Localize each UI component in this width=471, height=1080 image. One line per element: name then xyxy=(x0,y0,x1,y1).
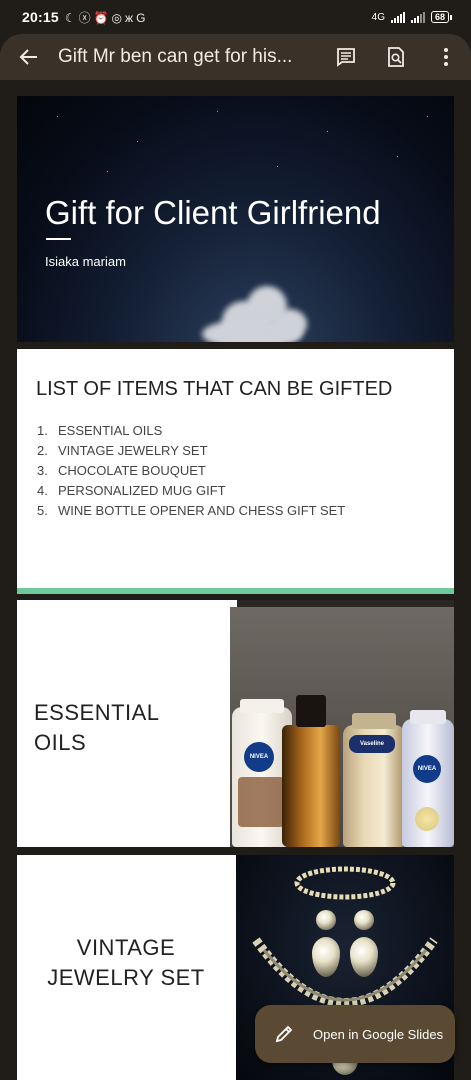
nivea-label-2: NIVEA xyxy=(413,755,441,783)
bottle-4-cap xyxy=(410,710,446,724)
fab-label: Open in Google Slides xyxy=(313,1026,444,1042)
slide-title: Gift for Client Girlfriend xyxy=(45,194,381,231)
find-in-page-icon xyxy=(388,47,404,67)
list-item-text: PERSONALIZED MUG GIFT xyxy=(58,483,226,498)
alarm-icon: ⏰ xyxy=(93,10,112,25)
earring-top-right xyxy=(354,910,374,930)
comment-icon xyxy=(337,48,355,67)
signal-2-icon xyxy=(410,11,425,23)
moon-icon: ☾ xyxy=(64,10,79,25)
list-item-number: 5. xyxy=(37,503,48,518)
mute-icon: ⓧ xyxy=(78,10,94,25)
more-vert-icon xyxy=(444,48,448,66)
list-item: 3. CHOCOLATE BOUQUET xyxy=(37,461,345,481)
brand-text: NIVEA xyxy=(249,754,269,760)
butterfly-icon: ж xyxy=(125,10,137,25)
list-item-number: 1. xyxy=(37,423,48,438)
slide-author: Isiaka mariam xyxy=(45,254,126,269)
google-icon: G xyxy=(136,10,149,25)
jewelry-heading-line2: JEWELRY SET xyxy=(47,965,205,990)
pencil-icon xyxy=(275,1025,293,1043)
app-bar: Gift Mr ben can get for his... xyxy=(0,34,471,80)
essential-oils-slide[interactable]: ESSENTIAL OILS NIVEA Vaseline NIVEA xyxy=(17,600,454,847)
battery-level: 68 xyxy=(434,12,445,22)
earring-top-left xyxy=(316,910,336,930)
brand-text: NIVEA xyxy=(417,766,437,772)
slides-viewer[interactable]: Gift for Client Girlfriend Isiaka mariam… xyxy=(0,80,471,1080)
back-button[interactable] xyxy=(0,34,58,80)
signal-icon xyxy=(390,11,405,23)
notification-icons: ☾ⓧ⏰◎жG xyxy=(65,9,149,26)
list-item: 4. PERSONALIZED MUG GIFT xyxy=(37,481,345,501)
status-time: 20:15 xyxy=(22,9,59,25)
list-item: 2. VINTAGE JEWELRY SET xyxy=(37,441,345,461)
bottle-2-neck xyxy=(296,695,326,727)
vaseline-label: Vaseline xyxy=(349,735,395,753)
instagram-icon: ◎ xyxy=(111,10,126,25)
oils-heading: ESSENTIAL OILS xyxy=(34,698,160,758)
document-title: Gift Mr ben can get for his... xyxy=(58,46,293,67)
list-heading: LIST OF ITEMS THAT CAN BE GIFTED xyxy=(36,378,393,400)
battery-icon: 68 xyxy=(430,11,453,23)
list-item-number: 3. xyxy=(37,463,48,478)
oils-heading-line1: ESSENTIAL xyxy=(34,700,160,725)
list-item-number: 4. xyxy=(37,483,48,498)
status-bar: 20:15 ☾ⓧ⏰◎жG 4G 68 xyxy=(0,0,471,34)
list-slide[interactable]: LIST OF ITEMS THAT CAN BE GIFTED 1. ESSEN… xyxy=(17,349,454,594)
list-item: 1. ESSENTIAL OILS xyxy=(37,421,345,441)
list-item-text: CHOCOLATE BOUQUET xyxy=(58,463,206,478)
network-type: 4G xyxy=(371,11,385,23)
cloud-image xyxy=(192,281,312,342)
gift-list: 1. ESSENTIAL OILS 2. VINTAGE JEWELRY SET 3… xyxy=(37,421,345,521)
jewelry-heading: VINTAGE JEWELRY SET xyxy=(17,933,235,993)
more-options-button[interactable] xyxy=(421,34,471,80)
title-slide[interactable]: Gift for Client Girlfriend Isiaka mariam xyxy=(17,96,454,342)
open-in-google-slides-button[interactable]: Open in Google Slides xyxy=(255,1005,455,1063)
cocoa-label xyxy=(238,777,284,827)
comment-button[interactable] xyxy=(321,34,371,80)
nivea-label-1: NIVEA xyxy=(244,742,274,772)
bottle-1-cap xyxy=(240,699,284,713)
vanilla-flower xyxy=(415,807,439,831)
essential-oils-photo: NIVEA Vaseline NIVEA xyxy=(230,607,454,847)
list-item-number: 2. xyxy=(37,443,48,458)
bottle-3-cap xyxy=(352,713,396,729)
arrow-left-icon xyxy=(19,49,37,65)
jewelry-heading-line1: VINTAGE xyxy=(76,935,176,960)
bottle-2 xyxy=(282,725,340,847)
find-in-page-button[interactable] xyxy=(371,34,421,80)
list-item-text: WINE BOTTLE OPENER AND CHESS GIFT SET xyxy=(58,503,346,518)
title-divider xyxy=(46,238,71,240)
oils-heading-line2: OILS xyxy=(34,730,87,755)
list-item-text: ESSENTIAL OILS xyxy=(58,423,163,438)
slide-top-strip xyxy=(17,600,454,607)
list-item: 5. WINE BOTTLE OPENER AND CHESS GIFT SET xyxy=(37,501,345,521)
brand-text: Vaseline xyxy=(359,741,385,747)
list-item-text: VINTAGE JEWELRY SET xyxy=(58,443,208,458)
